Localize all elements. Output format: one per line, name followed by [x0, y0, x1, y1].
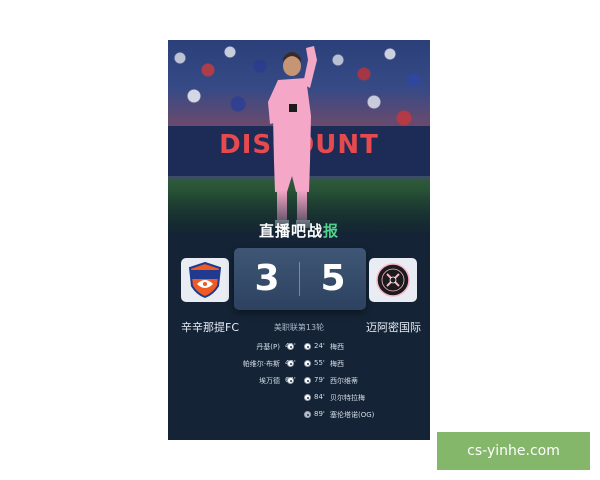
away-score: 5: [320, 258, 346, 299]
fc-cincinnati-crest-icon: [188, 262, 222, 298]
home-team-logo: [181, 258, 229, 302]
home-goal-player: 丹基(P): [256, 343, 280, 351]
own-goal-ball-icon: [304, 411, 311, 418]
away-goal-player: 梅西: [330, 360, 344, 368]
away-goal-minute: 55': [314, 359, 325, 367]
inter-miami-crest-icon: [376, 263, 410, 297]
away-team-name: 迈阿密国际: [366, 321, 421, 334]
brand-title-accent: 报: [323, 222, 340, 240]
goal-ball-icon: [287, 377, 294, 384]
match-photo: DISCOUNT RE: [168, 40, 430, 232]
away-goal-minute: 24': [314, 342, 325, 350]
away-goal-player: 贝尔特拉梅: [330, 394, 365, 402]
away-goal-minute: 84': [314, 393, 325, 401]
goal-ball-icon: [304, 360, 311, 367]
match-report-card: DISCOUNT RE 直播吧战报 3 5: [168, 40, 430, 440]
away-goal-player: 塞伦塔诺(OG): [330, 411, 375, 419]
away-goal-player: 梅西: [330, 343, 344, 351]
home-goal-player: 帕维尔·布斯: [242, 360, 280, 368]
goal-ball-icon: [304, 343, 311, 350]
goal-ball-icon: [287, 343, 294, 350]
goal-ball-icon: [287, 360, 294, 367]
away-team-logo: [369, 258, 417, 302]
brand-title-main: 直播吧战: [258, 222, 323, 240]
away-goal-minute: 89': [314, 410, 325, 418]
score-box: 3 5: [234, 248, 366, 310]
home-goal-event: 丹基(P): [218, 342, 280, 356]
away-goal-minute: 79': [314, 376, 325, 384]
site-watermark: cs-yinhe.com: [437, 432, 590, 470]
away-goal-player: 西尔维蒂: [330, 377, 358, 385]
brand-title: 直播吧战报: [168, 220, 430, 241]
home-goal-event: 埃万德: [218, 376, 280, 390]
home-score: 3: [254, 258, 280, 299]
goal-ball-icon: [304, 394, 311, 401]
goal-ball-icon: [304, 377, 311, 384]
home-goal-event: 帕维尔·布斯: [218, 359, 280, 373]
home-goal-player: 埃万德: [259, 377, 280, 385]
